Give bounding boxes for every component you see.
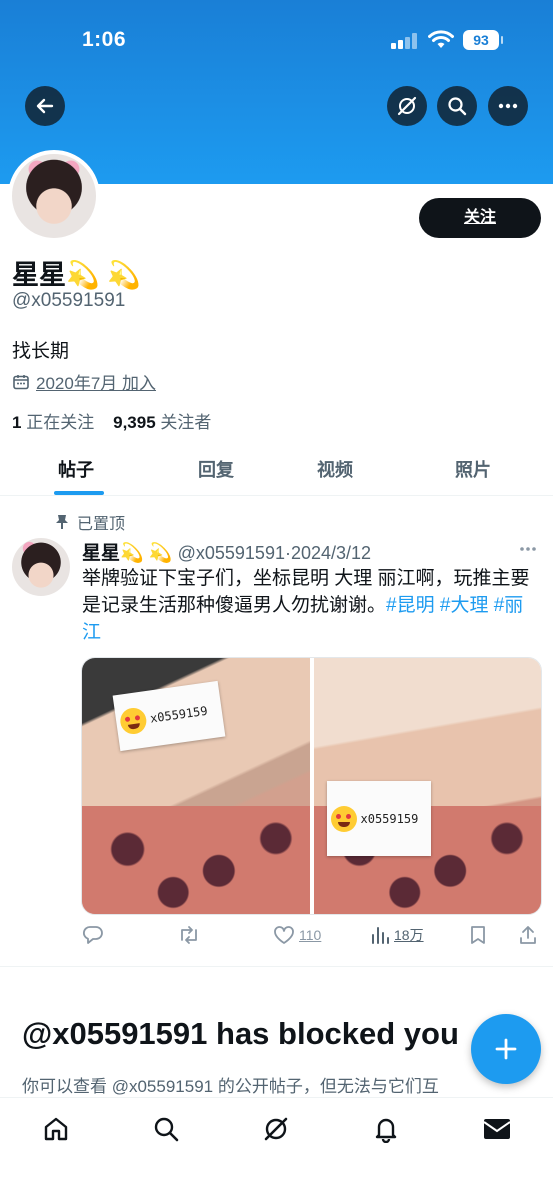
slash-circle-icon [397,96,417,116]
profile-name: 星星💫 💫 [12,260,141,290]
tweet-header: 星星💫 💫 @x05591591·2024/3/12 [82,538,371,565]
tweet-avatar[interactable] [12,538,70,596]
bookmark-button[interactable] [469,925,487,945]
reply-icon [82,926,103,944]
profile-handle: @x05591591 [12,290,126,311]
battery-indicator: 93 [463,30,503,50]
hashtag-kunming[interactable]: #昆明 [386,595,435,616]
tweet-media[interactable]: x0559159 x0559159 [81,657,542,915]
photo-skirt [82,806,310,914]
follow-button[interactable]: 关注 [419,198,541,238]
card-handle-2: x0559159 [360,811,419,826]
verification-card-1: x0559159 [112,680,226,752]
reply-button[interactable] [82,925,104,945]
followers-count[interactable]: 9,395 [113,413,156,432]
follow-stats: 1 正在关注 9,395 关注者 [12,408,211,433]
nav-grok[interactable] [256,1114,296,1144]
heart-eyes-emoji-icon [118,706,149,736]
heart-eyes-emoji-icon [330,805,357,832]
tweet-author[interactable]: 星星💫 💫 [82,543,173,564]
retweet-icon [181,926,197,944]
bell-icon [375,1118,397,1143]
share-icon [520,926,536,944]
tab-photos[interactable]: 照片 [455,456,491,482]
joined-date-text: 2020年7月 加入 [36,374,156,393]
following-count[interactable]: 1 [12,413,21,432]
search-button[interactable] [437,86,477,126]
bottom-nav-bar [0,1097,553,1200]
calendar-icon [13,374,29,389]
nav-notifications[interactable] [366,1114,406,1144]
more-icon [520,547,536,551]
card-handle-1: x0559159 [149,703,209,726]
slash-circle-icon [264,1117,288,1141]
plus-icon [495,1038,517,1060]
retweet-button[interactable] [177,925,201,945]
blocked-title: @x05591591 has blocked you [22,1016,459,1051]
status-bar: 1:06 93 [0,28,553,56]
search-icon [154,1117,179,1142]
following-label[interactable]: 正在关注 [26,413,94,432]
profile-bio: 找长期 [12,341,70,362]
mail-icon [483,1119,511,1139]
home-icon [44,1117,68,1141]
tweet-photo-1[interactable]: x0559159 [82,658,310,914]
blocked-subtitle: 你可以查看 @x05591591 的公开帖子，但无法与它们互 [22,1077,439,1096]
nav-messages[interactable] [477,1114,517,1144]
grok-button[interactable] [387,86,427,126]
wifi-icon [428,30,454,48]
search-icon [448,97,467,116]
back-button[interactable] [25,86,65,126]
status-time: 1:06 [82,28,127,51]
signal-icon [391,33,417,49]
more-button[interactable] [488,86,528,126]
tweet-text: 举牌验证下宝子们，坐标昆明 大理 丽江啊，玩推主要是记录生活那种傻逼男人勿扰谢谢… [82,565,542,646]
followers-label[interactable]: 关注者 [160,413,211,432]
active-tab-indicator [54,491,104,495]
tab-posts[interactable]: 帖子 [58,456,94,482]
share-button[interactable] [518,925,538,945]
more-icon [498,103,518,109]
bookmark-icon [471,926,485,944]
tab-videos[interactable]: 视频 [317,456,353,482]
tweet-actions: 110 18万 [80,925,545,951]
pinned-indicator: 已置顶 [55,510,125,534]
pinned-label: 已置顶 [77,516,126,533]
like-button[interactable]: 110 [273,925,321,945]
pin-icon [56,515,68,529]
profile-page: 1:06 93 关注 星星💫 💫 @x05591591 找长期 2020年7月 … [0,0,553,1200]
verification-card-2: x0559159 [326,781,431,856]
bar-chart-icon [372,927,389,944]
heart-icon [274,926,294,944]
nav-search[interactable] [146,1114,186,1144]
compose-button[interactable] [471,1014,541,1084]
view-count: 18万 [394,927,424,943]
tweet-handle-date[interactable]: @x05591591·2024/3/12 [178,543,371,563]
tweet-more-button[interactable] [519,536,537,557]
views-button[interactable]: 18万 [370,925,424,945]
arrow-left-icon [36,98,54,114]
joined-date: 2020年7月 加入 [12,369,156,394]
tab-replies[interactable]: 回复 [198,456,234,482]
nav-home[interactable] [36,1114,76,1144]
hashtag-dali[interactable]: #大理 [440,595,489,616]
profile-avatar[interactable] [8,150,100,242]
profile-tabs: 帖子 回复 视频 照片 [0,448,553,496]
like-count: 110 [299,927,322,943]
tweet-photo-2[interactable]: x0559159 [313,658,541,914]
section-divider [0,966,553,967]
